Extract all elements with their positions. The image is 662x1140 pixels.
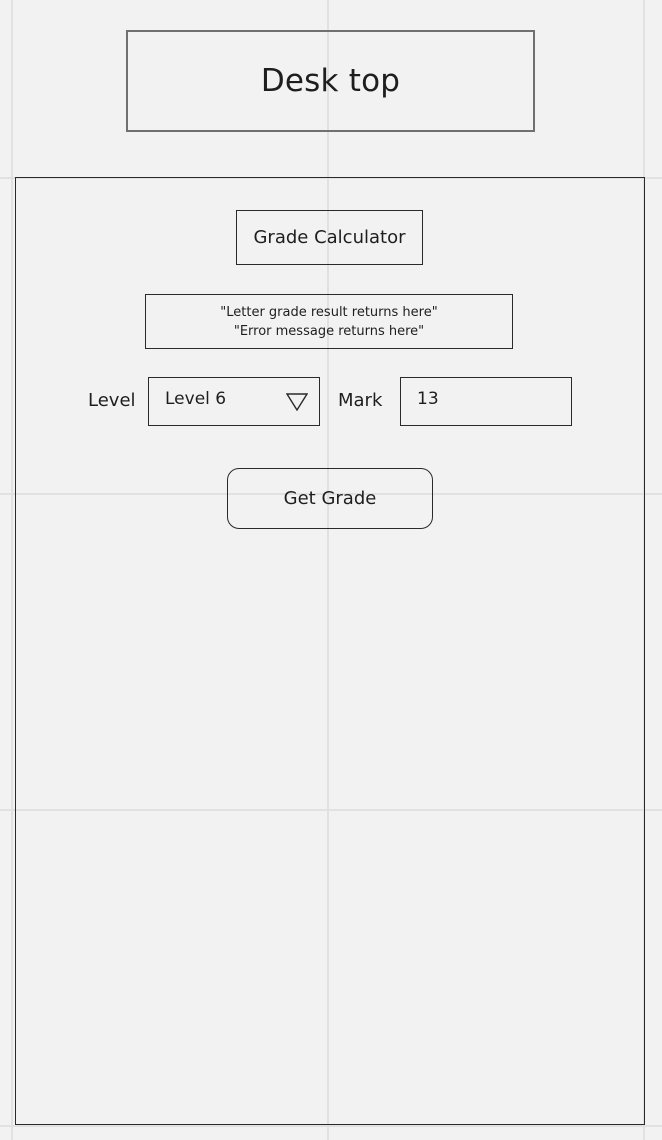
- canvas-grid-line: [0, 1125, 662, 1127]
- level-select-value: Level 6: [165, 389, 227, 409]
- calculator-heading: Grade Calculator: [236, 210, 423, 265]
- result-message: "Letter grade result returns here": [220, 304, 438, 320]
- canvas-grid-line: [11, 0, 13, 1140]
- mark-label: Mark: [338, 390, 383, 411]
- page-title: Desk top: [126, 30, 535, 132]
- message-area: "Letter grade result returns here" "Erro…: [145, 294, 513, 349]
- get-grade-button[interactable]: Get Grade: [227, 468, 433, 529]
- triangle-down-icon: [286, 393, 308, 411]
- mark-input[interactable]: 13: [400, 377, 572, 426]
- error-message: "Error message returns here": [233, 323, 425, 339]
- mark-input-value: 13: [417, 389, 439, 409]
- level-label: Level: [88, 390, 136, 411]
- level-select[interactable]: Level 6: [148, 377, 320, 426]
